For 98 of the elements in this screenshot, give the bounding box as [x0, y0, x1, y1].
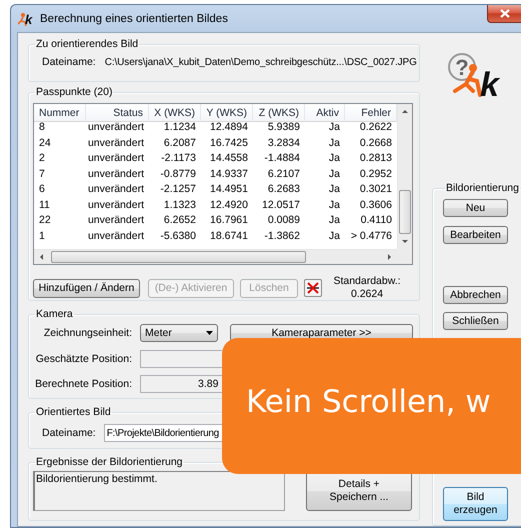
table-cell-text: 2	[38, 151, 46, 166]
table-cell-text: unverändert	[86, 213, 145, 228]
column-header[interactable]: Y (WKS)	[201, 104, 253, 122]
table-cell-text: Ja	[328, 136, 341, 150]
create-image-button[interactable]: Bild erzeugen	[443, 487, 508, 521]
table-cell-text: unverändert	[86, 151, 145, 166]
table-cell-text: 12.4894	[209, 120, 249, 135]
close-button[interactable]	[487, 5, 521, 23]
table-cell-text: Ja	[328, 182, 341, 197]
table-cell-text: 6.2087	[162, 136, 197, 150]
table-cell-text: -2.1257	[159, 182, 197, 197]
dialog-button[interactable]: Abbrechen	[443, 286, 508, 304]
table-cell-text: Ja	[328, 166, 341, 182]
unit-dropdown[interactable]: Meter	[140, 324, 218, 342]
table-cell-text: 14.9337	[209, 166, 249, 182]
table-cell-text: 3.2834	[266, 136, 301, 150]
table-cell-text: 14.4558	[209, 151, 249, 166]
table-cell-text: 14.4951	[209, 182, 249, 197]
column-header[interactable]: Nummer	[34, 104, 86, 122]
table-cell-text: 0.3021	[358, 182, 393, 197]
table-cell-text: 7	[38, 166, 46, 182]
field-label: Dateiname:	[42, 56, 96, 68]
table-cell-text: -5.6380	[159, 228, 197, 244]
table-cell-text: unverändert	[86, 228, 145, 244]
std-dev-value: 0.2624	[350, 288, 384, 301]
group-label: Orientiertes Bild	[35, 406, 112, 419]
group-label: Zu orientierendes Bild	[35, 38, 140, 51]
table-cell-text: Ja	[328, 151, 341, 166]
column-header[interactable]: Status	[86, 104, 149, 122]
table-cell-text: 16.7961	[209, 213, 249, 228]
table-cell-text: -2.1173	[160, 151, 197, 166]
table-cell-text: 8	[38, 120, 46, 135]
std-dev-label: Standardabw.:	[333, 275, 401, 288]
table-cell-text: 6.2652	[162, 213, 197, 228]
table-cell-text: 1.1323	[162, 198, 197, 212]
position-field[interactable]	[140, 350, 222, 368]
action-button[interactable]: Hinzufügen / Ändern	[33, 278, 140, 298]
cross-icon	[306, 281, 320, 295]
caret-icon	[206, 331, 213, 335]
field-label: Geschätzte Position:	[34, 353, 132, 365]
table-cell-text: -1.3862	[263, 228, 301, 244]
orientation-button[interactable]: Neu	[443, 199, 508, 217]
table-cell-text: unverändert	[86, 182, 145, 197]
close-icon	[500, 9, 510, 18]
horizontal-scrollbar[interactable]	[34, 249, 397, 264]
table-cell-text: Ja	[328, 213, 341, 228]
group-label: Kamera	[35, 308, 74, 321]
window-title: Berechnung eines orientierten Bildes	[40, 12, 228, 24]
table-cell-text: 0.4110	[360, 213, 393, 228]
field-label: Berechnete Position:	[34, 378, 132, 390]
position-value: 3.89	[198, 378, 218, 390]
table-cell-text: 0.0089	[266, 213, 301, 228]
table-cell-text: 11	[38, 198, 51, 212]
table-cell-text: Ja	[328, 228, 341, 244]
table-cell-text: 1.1234	[162, 120, 197, 135]
dialog-button[interactable]: Schließen	[443, 312, 508, 330]
table-cell-text: Ja	[328, 198, 341, 212]
app-logo: ? k	[447, 51, 503, 99]
group-label: Passpunkte (20)	[35, 86, 114, 99]
table-cell-text: -1.4884	[263, 151, 301, 166]
table-cell-text: > 0.4776	[350, 228, 393, 244]
table-cell-text: unverändert	[86, 120, 145, 135]
table-cell-text: 6.2107	[266, 166, 301, 182]
table-cell-text: 1	[38, 228, 46, 244]
filename-text: C:\Users\jana\X_kubit_Daten\Demo_schreibgeschütz...\DSC_0027.JPG	[104, 56, 417, 68]
cross-button[interactable]	[304, 279, 322, 297]
table-cell-text: 0.3606	[358, 198, 393, 212]
orientation-button[interactable]: Bearbeiten	[443, 226, 508, 244]
column-header[interactable]: X (WKS)	[149, 104, 201, 122]
column-header[interactable]: Aktiv	[305, 104, 345, 122]
column-header[interactable]: Z (WKS)	[253, 104, 305, 122]
table-cell-text: unverändert	[86, 166, 145, 182]
table-cell-text: 24	[38, 136, 52, 150]
table-cell-text: 0.2813	[358, 151, 393, 166]
table-cell-text: 6	[38, 182, 46, 197]
table-cell-text: unverändert	[86, 198, 145, 212]
group-label: Ergebnisse der Bildorientierung	[35, 456, 184, 469]
table-cell-text: 6.2683	[266, 182, 301, 197]
callout-text: Kein Scrollen, w	[246, 384, 491, 420]
details-save-button[interactable]: Details + Speichern ...	[306, 471, 412, 511]
column-header[interactable]: Fehler	[345, 104, 397, 122]
table-cell-text: unverändert	[86, 136, 145, 150]
vertical-scrollbar[interactable]	[397, 104, 412, 249]
group-label: Bildorientierung	[445, 182, 520, 195]
table-cell-text: 16.7425	[209, 136, 249, 150]
table-cell-text: 22	[38, 213, 52, 228]
field-label: Zeichnungseinheit:	[42, 327, 132, 339]
table-cell-text: 0.2668	[358, 136, 393, 150]
field-label: Dateiname:	[42, 427, 96, 439]
results-text-area[interactable]: Bildorientierung bestimmt.	[33, 471, 285, 511]
table-cell-text: 18.6741	[209, 228, 249, 244]
table-cell-text: 5.9389	[266, 120, 301, 135]
table-cell-text: Ja	[328, 120, 341, 135]
table-cell-text: 12.4920	[209, 198, 249, 212]
table-cell-text: -0.8779	[159, 166, 197, 182]
table-cell-text: 12.0517	[261, 198, 301, 212]
table-cell-text: 0.2952	[358, 166, 393, 182]
table-cell-text: 0.2622	[358, 120, 393, 135]
